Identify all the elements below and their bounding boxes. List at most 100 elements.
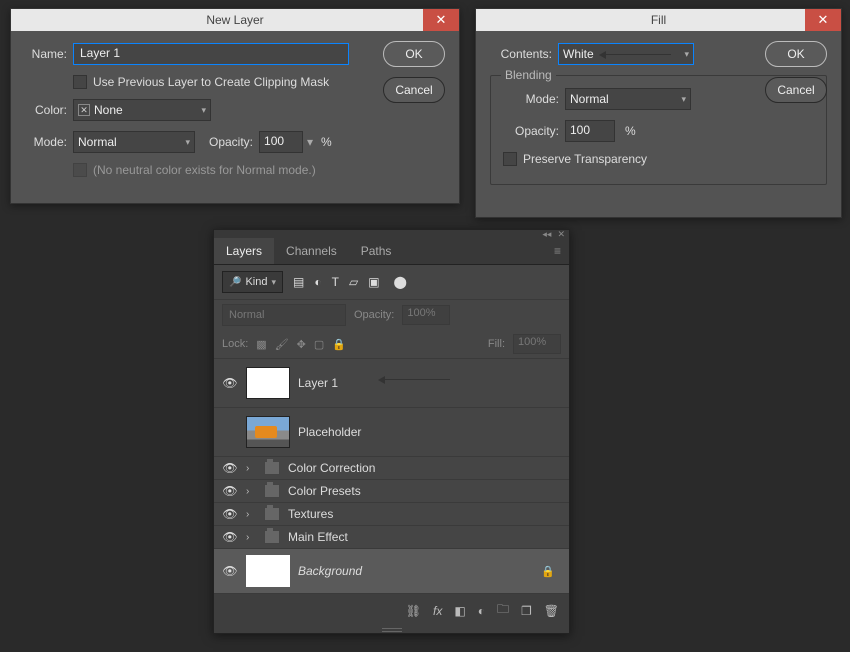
group-icon[interactable]: 🗀 — [497, 600, 509, 621]
cancel-button[interactable]: Cancel — [765, 77, 827, 103]
chevron-right-icon[interactable]: › — [246, 486, 256, 497]
layer-group-row[interactable]: 👁 › Main Effect — [214, 526, 569, 549]
ok-button[interactable]: OK — [765, 41, 827, 67]
chevron-down-icon: ▾ — [684, 49, 689, 60]
layer-thumb[interactable] — [246, 416, 290, 448]
titlebar: Fill ✕ — [476, 9, 841, 31]
clipping-mask-label: Use Previous Layer to Create Clipping Ma… — [93, 75, 329, 89]
percent-label: % — [625, 124, 636, 138]
flyout-menu-icon[interactable]: ≡ — [554, 244, 561, 258]
dialog-title: Fill — [651, 13, 666, 27]
panel-top: ◂◂ ✕ — [214, 230, 569, 238]
layer-name[interactable]: Color Correction — [288, 461, 375, 475]
layer-thumb[interactable] — [246, 555, 290, 587]
layer-group-row[interactable]: 👁 › Color Correction — [214, 457, 569, 480]
filter-kind-dropdown[interactable]: 🔎 Kind ▾ — [222, 271, 283, 293]
panel-footer: ⛓ fx ◧ ◐ 🗀 ❐ 🗑 — [214, 594, 569, 627]
resize-gripper[interactable] — [214, 627, 569, 633]
filter-toggle-icon[interactable]: ⬤ — [394, 275, 407, 289]
layer-row[interactable]: 👁 Layer 1 — [214, 359, 569, 408]
new-layer-icon[interactable]: ❐ — [521, 604, 532, 618]
blend-row: Normal Opacity: 100% — [214, 300, 569, 330]
visibility-icon[interactable]: 👁 — [222, 507, 238, 521]
mode-label: Mode: — [25, 135, 67, 149]
lock-pixels-icon[interactable]: 🖌 — [275, 338, 289, 351]
mask-icon[interactable]: ◧ — [454, 604, 465, 618]
collapse-icon[interactable]: ◂◂ — [542, 229, 551, 240]
opacity-input-disabled: 100% — [402, 305, 450, 325]
filter-type-icon[interactable]: T — [332, 275, 339, 289]
mode-dropdown[interactable]: Normal ▾ — [565, 88, 691, 110]
layer-thumb[interactable] — [246, 367, 290, 399]
lock-label: Lock: — [222, 338, 248, 350]
layer-name[interactable]: Color Presets — [288, 484, 361, 498]
filter-pixel-icon[interactable]: ▤ — [293, 275, 304, 289]
opacity-input[interactable]: 100 — [565, 120, 615, 142]
visibility-icon[interactable]: 👁 — [222, 376, 238, 390]
layer-name[interactable]: Placeholder — [298, 425, 361, 439]
preserve-transparency-checkbox[interactable] — [503, 152, 517, 166]
neutral-checkbox-disabled — [73, 163, 87, 177]
panel-tabs: Layers Channels Paths ≡ — [214, 238, 569, 265]
chevron-right-icon[interactable]: › — [246, 509, 256, 520]
blending-label: Blending — [501, 68, 556, 82]
clipping-mask-checkbox[interactable] — [73, 75, 87, 89]
contents-label: Contents: — [490, 47, 552, 61]
contents-dropdown[interactable]: White ▾ — [558, 43, 694, 65]
annotation-arrow — [605, 54, 671, 55]
fill-label: Fill: — [488, 338, 505, 350]
layer-group-row[interactable]: 👁 › Color Presets — [214, 480, 569, 503]
chevron-right-icon[interactable]: › — [246, 532, 256, 543]
layer-name[interactable]: Background — [298, 564, 362, 578]
preserve-transparency-label: Preserve Transparency — [523, 152, 647, 166]
trash-icon[interactable]: 🗑 — [544, 604, 559, 618]
layer-name[interactable]: Textures — [288, 507, 333, 521]
adjustment-icon[interactable]: ◐ — [478, 604, 485, 618]
layer-name[interactable]: Layer 1 — [298, 376, 338, 390]
fill-input-disabled: 100% — [513, 334, 561, 354]
layer-row-selected[interactable]: 👁 Background 🔒 — [214, 549, 569, 594]
lock-icon[interactable]: 🔒 — [541, 565, 555, 578]
opacity-label: Opacity: — [503, 124, 559, 138]
ok-button[interactable]: OK — [383, 41, 445, 67]
filter-adjustment-icon[interactable]: ◐ — [314, 275, 321, 289]
close-icon[interactable]: ✕ — [557, 229, 565, 240]
chevron-down-icon: ▾ — [185, 137, 190, 148]
lock-all-icon[interactable]: 🔒 — [332, 338, 346, 351]
tab-layers[interactable]: Layers — [214, 238, 274, 264]
visibility-icon[interactable]: 👁 — [222, 564, 238, 578]
filter-smart-icon[interactable]: ▣ — [368, 275, 379, 289]
lock-row: Lock: ▩ 🖌 ✥ ▢ 🔒 Fill: 100% — [214, 330, 569, 359]
lock-position-icon[interactable]: ✥ — [297, 338, 306, 351]
mode-value: Normal — [570, 92, 609, 106]
opacity-input[interactable]: 100 — [259, 131, 303, 153]
filter-toolbar: 🔎 Kind ▾ ▤ ◐ T ▱ ▣ ⬤ — [214, 265, 569, 300]
color-value: None — [94, 103, 123, 117]
layer-name[interactable]: Main Effect — [288, 530, 348, 544]
chevron-right-icon[interactable]: › — [246, 463, 256, 474]
cancel-button[interactable]: Cancel — [383, 77, 445, 103]
visibility-icon[interactable]: 👁 — [222, 461, 238, 475]
tab-paths[interactable]: Paths — [349, 238, 404, 264]
lock-artboard-icon[interactable]: ▢ — [314, 338, 324, 351]
fx-icon[interactable]: fx — [433, 604, 442, 618]
color-dropdown[interactable]: ✕None ▾ — [73, 99, 211, 121]
layer-group-row[interactable]: 👁 › Textures — [214, 503, 569, 526]
link-icon[interactable]: ⛓ — [406, 604, 421, 618]
mode-dropdown[interactable]: Normal ▾ — [73, 131, 195, 153]
chevron-down-icon[interactable]: ▾ — [305, 135, 315, 149]
tab-channels[interactable]: Channels — [274, 238, 349, 264]
titlebar: New Layer ✕ — [11, 9, 459, 31]
opacity-label: Opacity: — [209, 135, 253, 149]
visibility-icon[interactable]: 👁 — [222, 530, 238, 544]
lock-transparency-icon[interactable]: ▩ — [256, 338, 266, 351]
new-layer-dialog: New Layer ✕ Name: Layer 1 Use Previous L… — [10, 8, 460, 204]
filter-shape-icon[interactable]: ▱ — [349, 275, 358, 289]
close-icon[interactable]: ✕ — [805, 9, 841, 31]
name-input[interactable]: Layer 1 — [73, 43, 349, 65]
contents-value: White — [563, 47, 594, 61]
visibility-icon[interactable]: 👁 — [222, 484, 238, 498]
close-icon[interactable]: ✕ — [423, 9, 459, 31]
chevron-down-icon: ▾ — [271, 277, 276, 288]
layer-row[interactable]: Placeholder — [214, 408, 569, 457]
